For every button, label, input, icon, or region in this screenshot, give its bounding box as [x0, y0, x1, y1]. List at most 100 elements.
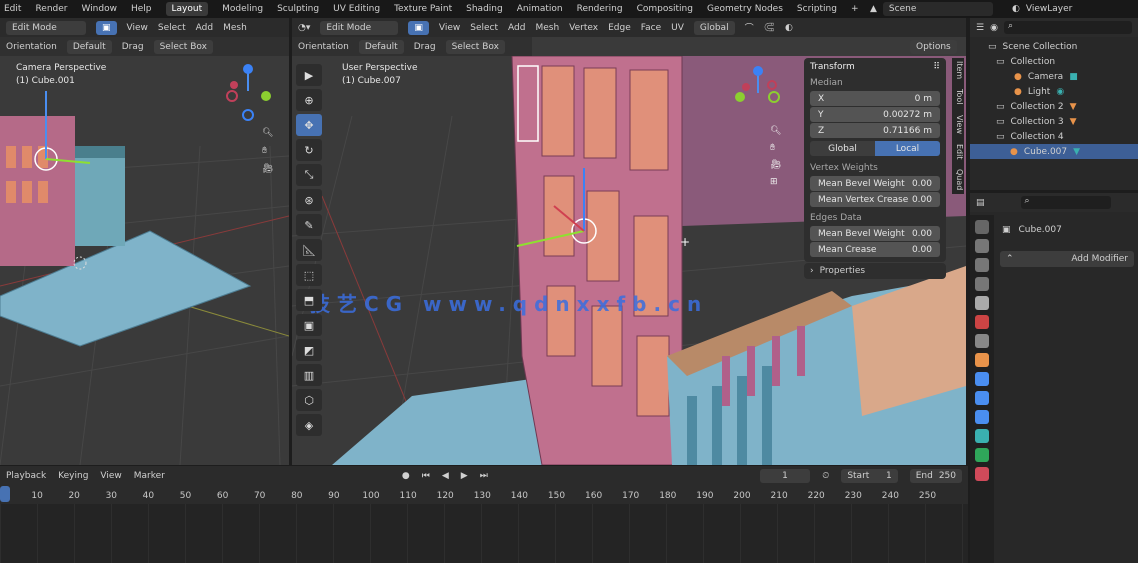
proportional-edit-icon[interactable]: ⌒	[745, 21, 754, 34]
tab-texture-paint[interactable]: Texture Paint	[394, 4, 452, 14]
menu-marker[interactable]: Marker	[134, 471, 165, 481]
main-viewport[interactable]: ◔▾ Edit Mode ▣ View Select Add Mesh Vert…	[292, 18, 966, 465]
scene-name[interactable]: Scene	[882, 2, 993, 16]
tab-compositing[interactable]: Compositing	[637, 4, 693, 14]
tab-scripting[interactable]: Scripting	[797, 4, 837, 14]
menu-help[interactable]: Help	[131, 4, 152, 14]
extrude-tool-icon[interactable]: ⬒	[296, 289, 322, 311]
display-mode-icon[interactable]: ◉	[990, 23, 998, 33]
loop-cut-tool-icon[interactable]: ▥	[296, 364, 322, 386]
pan-hand-icon[interactable]: ✋︎	[770, 143, 781, 153]
select-tool-icon[interactable]: ▶	[296, 64, 322, 86]
tab-uv-editing[interactable]: UV Editing	[333, 4, 380, 14]
camera-view-icon[interactable]: 🎥︎	[262, 164, 273, 174]
mode-dropdown[interactable]: Edit Mode	[320, 20, 399, 35]
outliner-item[interactable]: ▭ Collection	[974, 54, 1134, 69]
mean-crease-field[interactable]: Mean Crease 0.00	[810, 242, 940, 257]
transform-panel-header[interactable]: Transform	[810, 62, 855, 72]
outliner-search[interactable]: ⌕	[1003, 21, 1132, 34]
material-tab-icon[interactable]	[975, 467, 989, 481]
properties-subpanel[interactable]: › Properties	[804, 263, 946, 279]
playhead[interactable]	[0, 486, 10, 502]
data-tab-icon[interactable]	[975, 448, 989, 462]
tool-tab-icon[interactable]	[975, 220, 989, 234]
editor-type-icon[interactable]: ☰	[976, 23, 984, 33]
outliner-item-selected[interactable]: ● Cube.007 ▼	[970, 144, 1138, 159]
menu-edge[interactable]: Edge	[608, 23, 631, 33]
menu-render[interactable]: Render	[35, 4, 67, 14]
perspective-toggle-icon[interactable]: ⊞	[770, 177, 781, 187]
menu-view[interactable]: View	[439, 23, 460, 33]
bevel-tool-icon[interactable]: ◩	[296, 339, 322, 361]
scene-tab-icon[interactable]	[975, 296, 989, 310]
constraints-tab-icon[interactable]	[975, 429, 989, 443]
rotate-tool-icon[interactable]: ↻	[296, 139, 322, 161]
overlay-icon[interactable]: ◐	[785, 23, 793, 33]
z-field[interactable]: Z 0.71166 m	[810, 123, 940, 138]
options-dropdown[interactable]: Options	[910, 40, 957, 54]
poly-build-tool-icon[interactable]: ◈	[296, 414, 322, 436]
menu-add[interactable]: Add	[508, 23, 525, 33]
scale-tool-icon[interactable]: ⤡	[296, 164, 322, 186]
tab-rendering[interactable]: Rendering	[577, 4, 623, 14]
drag-dropdown[interactable]: Select Box	[153, 39, 213, 54]
menu-view[interactable]: View	[100, 471, 121, 481]
add-workspace-button[interactable]: +	[851, 4, 859, 14]
tab-geometry-nodes[interactable]: Geometry Nodes	[707, 4, 783, 14]
editor-type-icon[interactable]: ◔▾	[298, 23, 310, 33]
tab-item[interactable]: Item	[952, 58, 964, 82]
cursor-tool-icon[interactable]: ⊕	[296, 89, 322, 111]
drag-dropdown[interactable]: Select Box	[445, 39, 505, 54]
tab-shading[interactable]: Shading	[466, 4, 503, 14]
jump-end-button[interactable]: ⏭	[480, 471, 488, 481]
add-cube-tool-icon[interactable]: ⬚	[296, 264, 322, 286]
tab-layout[interactable]: Layout	[165, 2, 209, 16]
outliner-item[interactable]: ● Camera ■	[974, 69, 1134, 84]
menu-uv[interactable]: UV	[671, 23, 684, 33]
outliner-item[interactable]: ▭ Collection 4	[974, 129, 1134, 144]
render-tab-icon[interactable]	[975, 239, 989, 253]
select-mode-face[interactable]: ▣	[408, 20, 429, 35]
select-mode-face[interactable]: ▣	[96, 20, 117, 35]
start-frame-field[interactable]: Start 1	[841, 468, 898, 483]
menu-select[interactable]: Select	[470, 23, 498, 33]
tab-view[interactable]: View	[952, 112, 964, 137]
outliner-item[interactable]: ● Light ◉	[974, 84, 1134, 99]
play-reverse-button[interactable]: ◀	[442, 471, 449, 481]
world-tab-icon[interactable]	[975, 315, 989, 329]
camera-view-icon[interactable]: 🎥︎	[770, 160, 781, 170]
orientation-dropdown[interactable]: Default	[358, 39, 404, 54]
current-frame-field[interactable]: 1	[759, 468, 811, 483]
menu-add[interactable]: Add	[196, 23, 213, 33]
navigation-gizmo[interactable]	[730, 63, 790, 123]
tab-edit[interactable]: Edit	[952, 141, 964, 163]
tab-modeling[interactable]: Modeling	[222, 4, 263, 14]
menu-select[interactable]: Select	[158, 23, 186, 33]
snap-icon[interactable]: 🧲︎	[764, 23, 775, 33]
jump-start-button[interactable]: ⏮	[422, 471, 430, 481]
navigation-gizmo[interactable]	[220, 63, 280, 123]
menu-view[interactable]: View	[127, 23, 148, 33]
auto-key-button[interactable]: ●	[402, 471, 410, 481]
x-field[interactable]: X0 m	[810, 91, 940, 106]
knife-tool-icon[interactable]: ⬡	[296, 389, 322, 411]
menu-face[interactable]: Face	[641, 23, 661, 33]
menu-mesh[interactable]: Mesh	[535, 23, 559, 33]
add-modifier-button[interactable]: ⌃ Add Modifier	[1000, 251, 1134, 267]
play-button[interactable]: ▶	[461, 471, 468, 481]
preview-range-icon[interactable]: ⏲	[822, 471, 829, 481]
tab-tool[interactable]: Tool	[952, 86, 964, 108]
collection-tab-icon[interactable]	[975, 334, 989, 348]
move-tool-icon[interactable]: ✥	[296, 114, 322, 136]
scene-selector[interactable]: ▲ Scene	[870, 1, 993, 17]
modifier-tab-icon[interactable]	[975, 372, 989, 386]
orientation-dropdown[interactable]: Default	[66, 39, 112, 54]
outliner-item[interactable]: ▭ Collection 2 ▼	[974, 99, 1134, 114]
transform-tool-icon[interactable]: ⊛	[296, 189, 322, 211]
zoom-icon[interactable]: 🔍︎	[262, 128, 273, 138]
y-field[interactable]: Y 0.00272 m	[810, 107, 940, 122]
timeline-track[interactable]	[0, 504, 968, 563]
tab-animation[interactable]: Animation	[517, 4, 563, 14]
editor-type-icon[interactable]: ▤	[976, 198, 985, 208]
object-tab-icon[interactable]	[975, 353, 989, 367]
